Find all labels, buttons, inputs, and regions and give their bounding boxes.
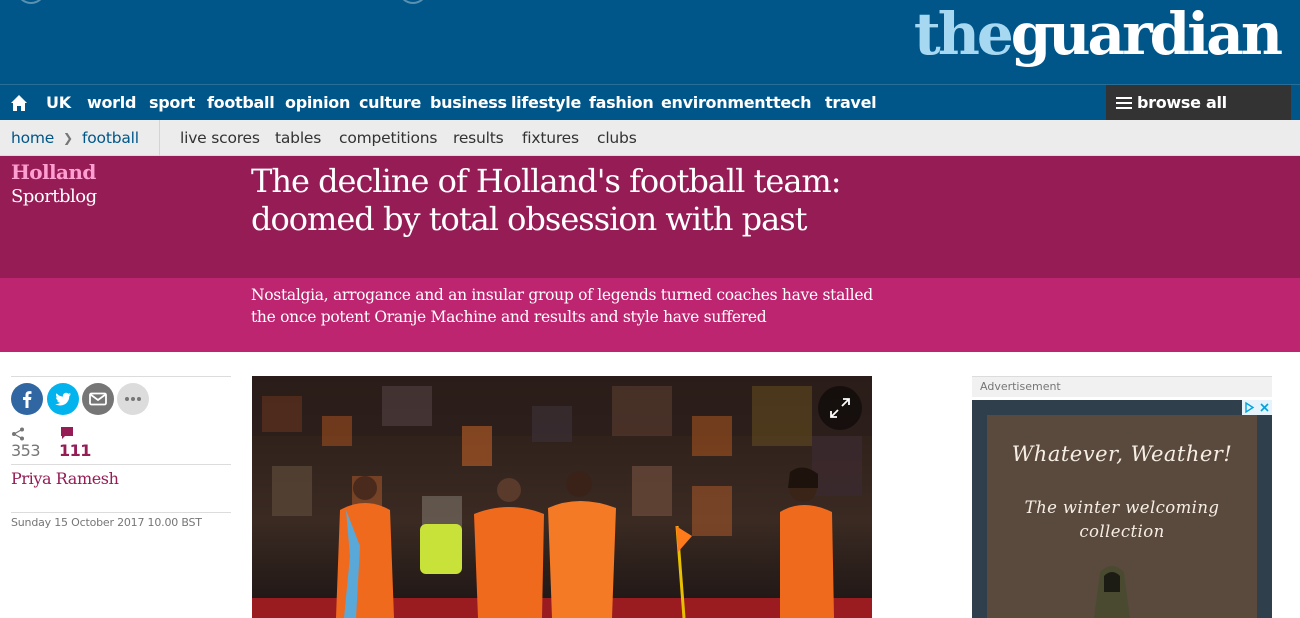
- masthead: theguardian: [0, 0, 1300, 84]
- nav-item-uk[interactable]: UK: [46, 85, 71, 121]
- share-facebook-button[interactable]: [11, 383, 43, 415]
- twitter-icon: [47, 383, 79, 415]
- advertisement-label-bar: Advertisement: [972, 376, 1272, 397]
- guardian-logo[interactable]: theguardian: [913, 0, 1283, 70]
- ad-product-image: [1094, 566, 1130, 618]
- chevron-right-icon: ❯: [63, 131, 73, 145]
- primary-nav: UK world sport football opinion culture …: [0, 84, 1300, 148]
- meta-divider: [11, 376, 231, 377]
- expand-image-button[interactable]: [818, 386, 862, 430]
- nav-item-sport[interactable]: sport: [149, 85, 195, 121]
- search-icon[interactable]: [398, 0, 428, 4]
- share-email-button[interactable]: [82, 383, 114, 415]
- nav-item-environment[interactable]: environment: [661, 85, 773, 121]
- advertisement-label: Advertisement: [980, 380, 1061, 393]
- share-more-button[interactable]: [117, 383, 149, 415]
- nav-item-football[interactable]: football: [207, 85, 275, 121]
- main-article-image[interactable]: [252, 376, 872, 618]
- football-players-photo: [252, 376, 872, 618]
- share-twitter-button[interactable]: [47, 383, 79, 415]
- subnav-fixtures[interactable]: fixtures: [522, 120, 579, 156]
- series-label[interactable]: Sportblog: [11, 186, 97, 207]
- subnav-results[interactable]: results: [453, 120, 504, 156]
- meta-divider: [11, 512, 231, 513]
- facebook-icon: [11, 383, 43, 415]
- sub-nav: home ❯ football live scores tables compe…: [0, 120, 1300, 156]
- section-kicker[interactable]: Holland: [11, 160, 96, 184]
- nav-item-fashion[interactable]: fashion: [589, 85, 654, 121]
- subnav-clubs[interactable]: clubs: [597, 120, 637, 156]
- logo-guardian: guardian: [1010, 0, 1283, 68]
- more-icon: [117, 383, 149, 415]
- article-standfirst: Nostalgia, arrogance and an insular grou…: [251, 286, 873, 326]
- breadcrumb-home[interactable]: home: [11, 120, 54, 156]
- menu-icon: [1116, 97, 1132, 109]
- share-count: 353: [11, 441, 41, 460]
- subnav-live-scores[interactable]: live scores: [180, 120, 260, 156]
- ad-headline: Whatever, Weather!: [1011, 442, 1233, 466]
- comment-count[interactable]: 111: [59, 441, 91, 460]
- nav-item-lifestyle[interactable]: lifestyle: [511, 85, 581, 121]
- advertisement-box[interactable]: Whatever, Weather! The winter welcoming …: [972, 400, 1272, 618]
- logo-the: the: [913, 0, 1014, 68]
- byline-author[interactable]: Priya Ramesh: [11, 469, 119, 488]
- ad-subline: The winter welcoming collection: [1024, 498, 1220, 541]
- comment-icon[interactable]: [60, 426, 74, 440]
- adchoices-icon[interactable]: [1242, 400, 1257, 415]
- email-icon: [82, 383, 114, 415]
- meta-divider: [11, 464, 231, 465]
- expand-icon: [830, 398, 850, 418]
- nav-item-culture[interactable]: culture: [359, 85, 421, 121]
- profile-icon[interactable]: [16, 0, 46, 4]
- nav-item-business[interactable]: business: [430, 85, 507, 121]
- breadcrumb-football[interactable]: football: [82, 120, 139, 156]
- subnav-competitions[interactable]: competitions: [339, 120, 437, 156]
- nav-item-travel[interactable]: travel: [825, 85, 877, 121]
- home-icon[interactable]: [10, 94, 28, 112]
- subnav-tables[interactable]: tables: [275, 120, 321, 156]
- share-icon: [12, 427, 24, 441]
- browse-all-sections-button[interactable]: browse all sections: [1106, 85, 1291, 148]
- article-headline: The decline of Holland's football team: …: [251, 162, 842, 238]
- publish-date: Sunday 15 October 2017 10.00 BST: [11, 516, 202, 529]
- nav-item-tech[interactable]: tech: [773, 85, 811, 121]
- nav-item-world[interactable]: world: [87, 85, 136, 121]
- nav-item-opinion[interactable]: opinion: [285, 85, 350, 121]
- ad-close-icon[interactable]: [1257, 400, 1272, 415]
